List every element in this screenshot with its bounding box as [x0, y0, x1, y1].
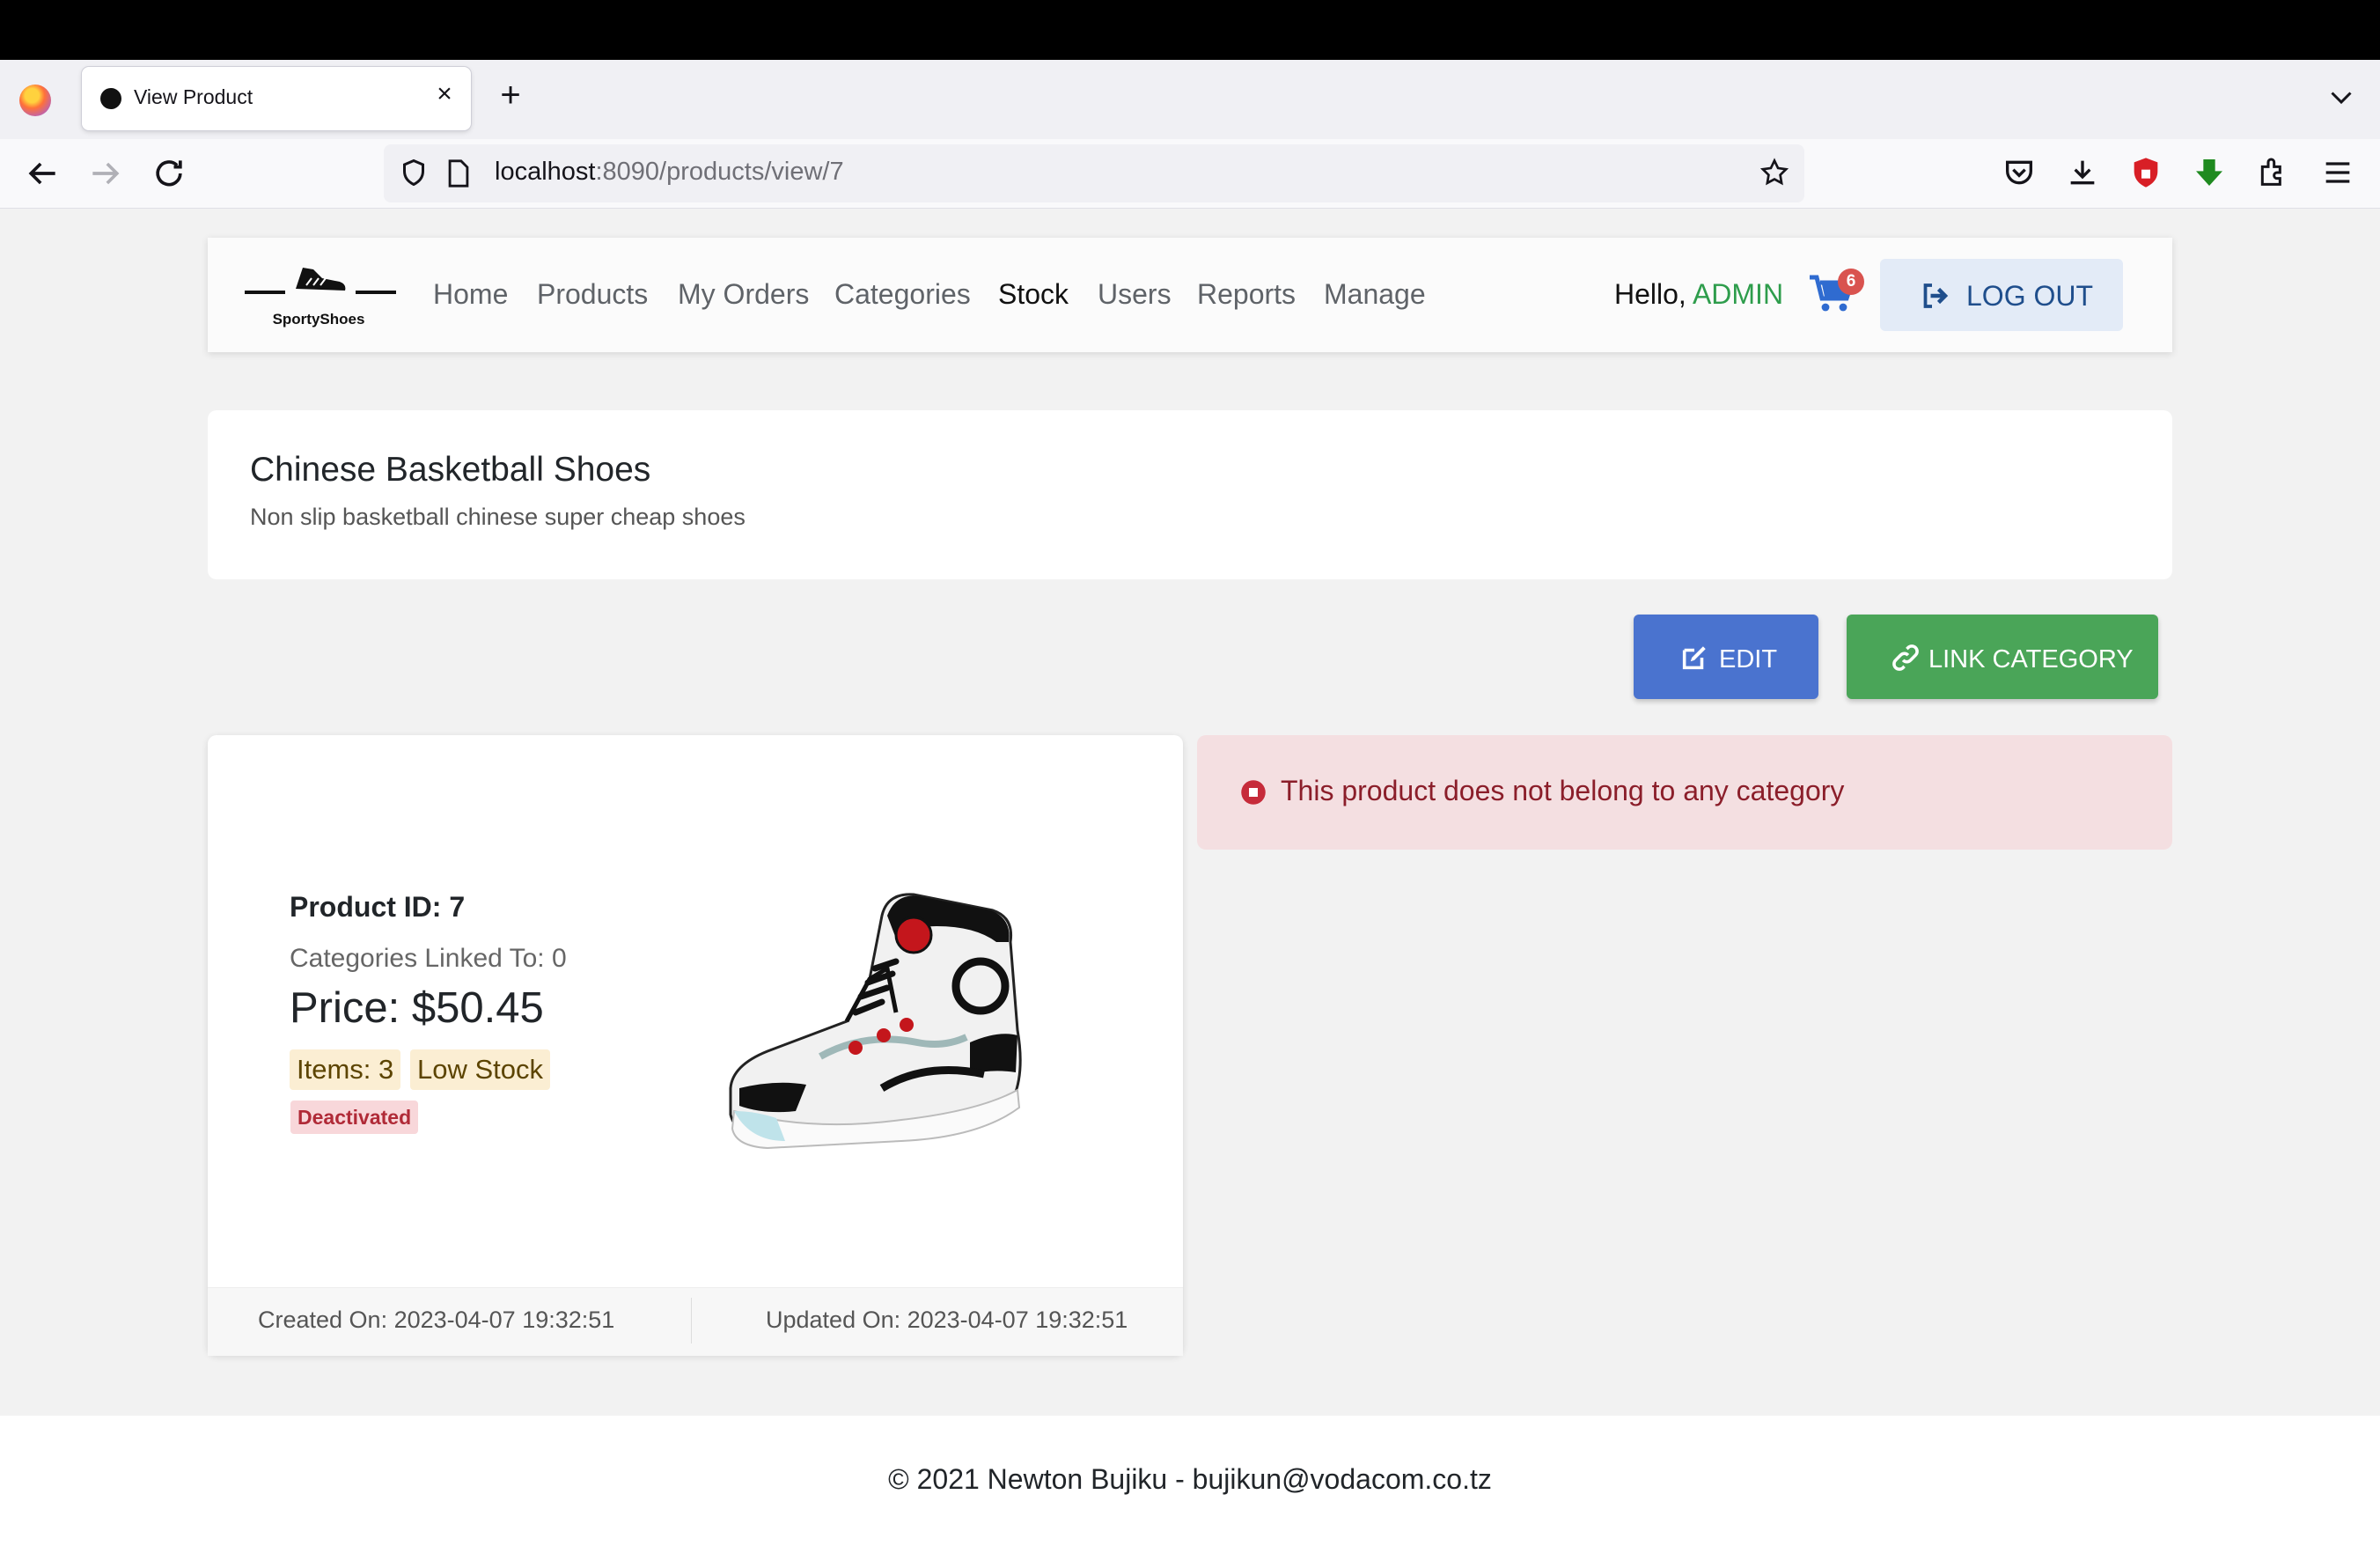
tab-title: View Product [134, 85, 253, 108]
product-image [729, 893, 1022, 1150]
logout-icon [1923, 283, 1949, 308]
link-category-label[interactable]: LINK CATEGORY [1928, 645, 2134, 674]
page-info-icon[interactable] [445, 158, 472, 188]
nav-home[interactable]: Home [433, 278, 508, 311]
tab-favicon-icon [100, 88, 121, 109]
firefox-icon[interactable] [19, 85, 51, 116]
download-arrow-extension-icon[interactable] [2192, 155, 2227, 190]
nav-stock[interactable]: Stock [998, 278, 1069, 311]
product-title: Chinese Basketball Shoes [250, 451, 651, 489]
status-badge: Deactivated [290, 1101, 419, 1134]
product-price: Price: $50.45 [290, 984, 544, 1032]
link-icon [1892, 644, 1919, 671]
url-text[interactable]: localhost:8090/products/view/7 [495, 158, 844, 187]
alert-message: This product does not belong to any cate… [1281, 775, 1845, 806]
product-description: Non slip basketball chinese super cheap … [250, 504, 746, 530]
edit-icon [1682, 646, 1706, 670]
back-icon[interactable] [23, 154, 62, 193]
nav-products[interactable]: Products [537, 278, 648, 311]
system-top-bar [0, 0, 2380, 60]
tracking-protection-shield-icon[interactable] [398, 157, 430, 188]
tab-close-icon[interactable]: × [430, 79, 459, 109]
greeting-text: Hello, [1614, 278, 1686, 310]
pocket-icon[interactable] [2002, 155, 2037, 190]
updated-on: Updated On: 2023-04-07 19:32:51 [766, 1307, 1128, 1333]
cart-count-badge: 6 [1838, 269, 1864, 295]
ublock-shield-icon[interactable] [2128, 155, 2163, 190]
nav-manage[interactable]: Manage [1324, 278, 1426, 311]
url-path: :8090/products/view/7 [595, 158, 844, 186]
extensions-puzzle-icon[interactable] [2255, 155, 2290, 190]
stop-circle-icon [1241, 780, 1266, 805]
nav-users[interactable]: Users [1098, 278, 1172, 311]
hamburger-menu-icon[interactable] [2320, 155, 2355, 190]
created-on: Created On: 2023-04-07 19:32:51 [258, 1307, 615, 1333]
downloads-icon[interactable] [2065, 155, 2100, 190]
username[interactable]: ADMIN [1693, 278, 1783, 310]
new-tab-icon[interactable]: + [493, 77, 528, 113]
categories-linked: Categories Linked To: 0 [290, 944, 567, 973]
items-badge: Items: 3 [290, 1049, 401, 1090]
product-id: Product ID: 7 [290, 891, 466, 923]
forward-icon[interactable] [86, 154, 125, 193]
logout-label[interactable]: LOG OUT [1966, 280, 2093, 313]
edit-label[interactable]: EDIT [1719, 645, 1777, 674]
list-all-tabs-icon[interactable] [2325, 81, 2357, 113]
url-host: localhost [495, 158, 596, 186]
footer-divider [691, 1298, 692, 1344]
nav-categories[interactable]: Categories [834, 278, 971, 311]
nav-reports[interactable]: Reports [1197, 278, 1296, 311]
nav-my-orders[interactable]: My Orders [678, 278, 809, 311]
reload-icon[interactable] [150, 154, 188, 193]
bookmark-star-icon[interactable] [1759, 157, 1790, 188]
logo-text: SportyShoes [272, 311, 365, 328]
copyright: © 2021 Newton Bujiku - bujikun@vodacom.c… [888, 1463, 1492, 1495]
greeting: Hello, ADMIN [1614, 278, 1783, 311]
product-header-card [208, 410, 2172, 579]
low-stock-badge: Low Stock [410, 1049, 551, 1090]
